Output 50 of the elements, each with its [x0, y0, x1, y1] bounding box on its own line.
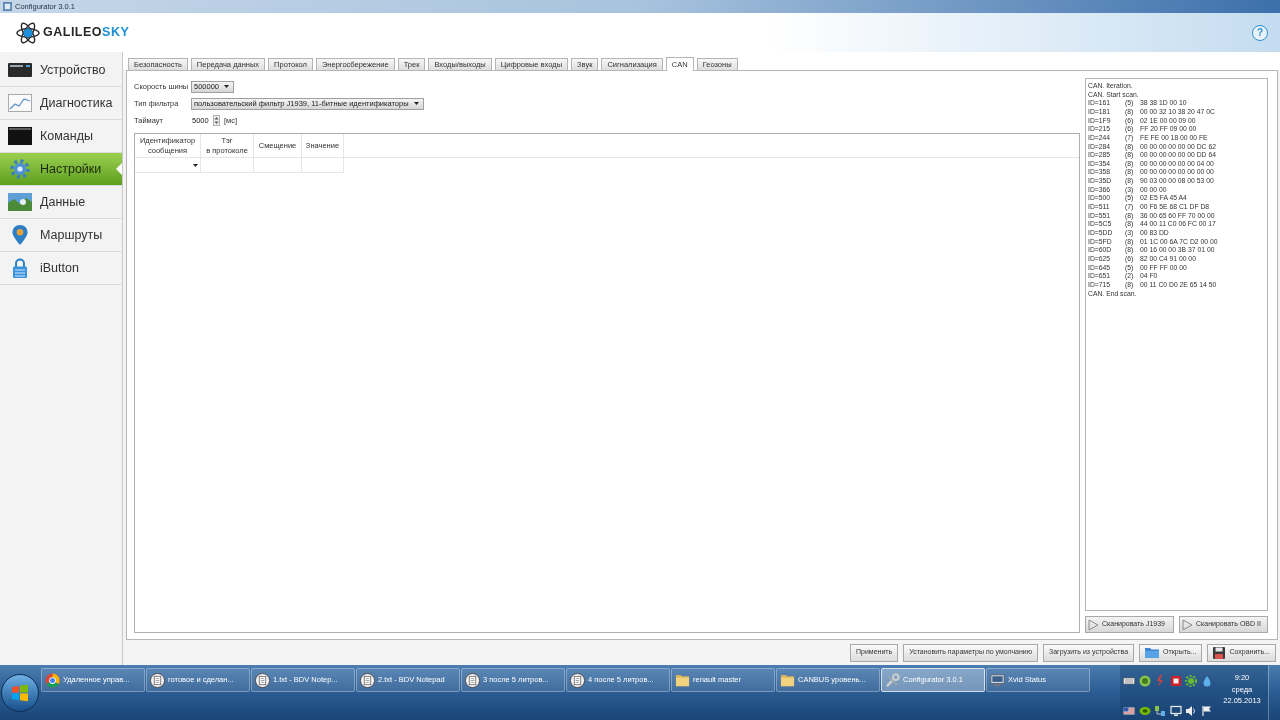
network-icon[interactable]	[1154, 705, 1167, 718]
grid-cell[interactable]	[201, 158, 254, 173]
gear-icon	[10, 159, 30, 179]
display-icon[interactable]	[1169, 705, 1182, 718]
windows-logo-icon	[11, 684, 29, 702]
sidebar-item[interactable]: Маршруты	[0, 219, 122, 252]
log-textarea[interactable]	[1085, 78, 1268, 611]
logo-text: GALILEOSKY	[43, 24, 130, 42]
caret-icon	[193, 163, 198, 167]
document-icon	[150, 672, 165, 688]
folder-icon	[780, 672, 795, 688]
map-pin-icon	[12, 225, 28, 245]
folder-icon	[675, 672, 690, 688]
eye-icon[interactable]	[1138, 705, 1151, 718]
caret-icon	[413, 102, 419, 105]
gear-icon[interactable]	[1185, 674, 1198, 687]
grid-cell[interactable]	[135, 158, 201, 173]
monitor-icon	[990, 672, 1005, 688]
app-icon	[3, 2, 12, 11]
document-icon	[360, 672, 375, 688]
document-icon	[465, 672, 480, 688]
chart-icon	[8, 94, 32, 112]
sidebar-item[interactable]: iButton	[0, 252, 122, 285]
document-icon	[570, 672, 585, 688]
map-icon	[8, 193, 32, 211]
sidebar-item[interactable]: Устройство	[0, 54, 122, 87]
caret-icon	[224, 85, 230, 88]
tile-icon[interactable]	[1169, 674, 1182, 687]
device-icon	[8, 62, 32, 78]
sidebar-item[interactable]: Диагностика	[0, 87, 122, 120]
document-icon	[255, 672, 270, 688]
lock-icon	[12, 258, 28, 278]
sidebar-item[interactable]: Настройки	[0, 153, 122, 186]
grid-cell[interactable]	[254, 158, 302, 173]
spinner-icon[interactable]	[213, 115, 220, 126]
flag-icon[interactable]	[1123, 705, 1136, 718]
start-button[interactable]	[1, 674, 39, 712]
browser-icon	[45, 672, 60, 688]
folder-icon	[1145, 647, 1160, 658]
speaker-icon[interactable]	[1185, 705, 1198, 718]
flag-icon[interactable]	[1200, 705, 1213, 718]
atom-logo-icon	[16, 20, 40, 45]
sidebar-item[interactable]: Данные	[0, 186, 122, 219]
keyboard-icon[interactable]	[1123, 674, 1136, 687]
play-icon	[1182, 618, 1193, 631]
tools-icon	[885, 672, 900, 688]
play-icon	[1088, 618, 1099, 631]
terminal-icon	[8, 127, 32, 145]
grid-cell[interactable]	[302, 158, 344, 173]
ring-icon[interactable]	[1138, 674, 1151, 687]
